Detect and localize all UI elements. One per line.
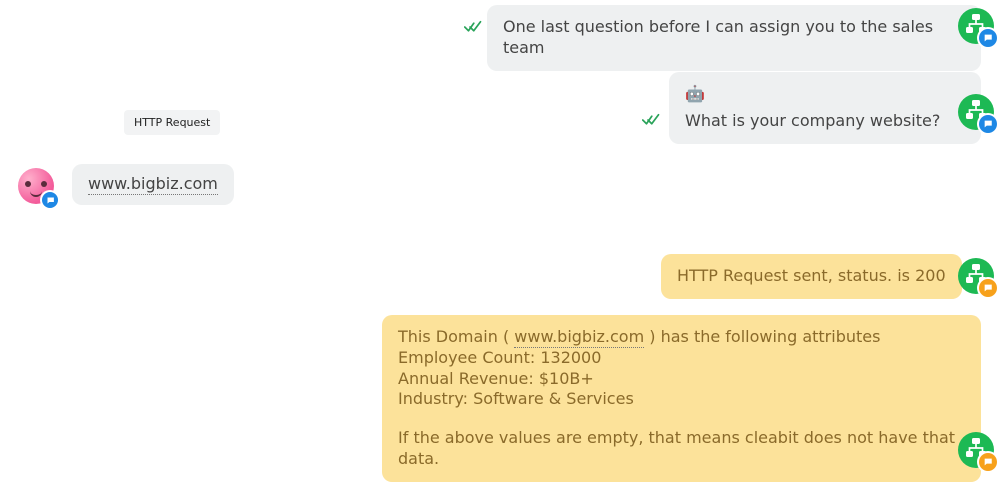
- detail-footer: If the above values are empty, that mean…: [398, 428, 965, 470]
- robot-icon: 🤖: [685, 84, 965, 105]
- user-avatar: [18, 168, 54, 204]
- detail-industry: Industry: Software & Services: [398, 389, 965, 410]
- bot-message-assign: One last question before I can assign yo…: [487, 5, 981, 71]
- http-request-chip: HTTP Request: [124, 110, 220, 135]
- message-text: One last question before I can assign yo…: [503, 17, 933, 57]
- bot-avatar: [958, 432, 994, 468]
- detail-revenue: Annual Revenue: $10B+: [398, 369, 965, 390]
- bot-avatar: [958, 8, 994, 44]
- avatar-status-icon: [979, 453, 997, 471]
- avatar-status-icon: [979, 279, 997, 297]
- avatar-status-icon: [42, 192, 58, 208]
- bot-avatar: [958, 258, 994, 294]
- user-message: www.bigbiz.com: [72, 164, 234, 205]
- user-message-text: www.bigbiz.com: [88, 174, 218, 195]
- detail-domain: www.bigbiz.com: [514, 327, 644, 348]
- detail-intro: This Domain ( www.bigbiz.com ) has the f…: [398, 327, 965, 348]
- detail-employee: Employee Count: 132000: [398, 348, 965, 369]
- message-text: HTTP Request sent, status. is 200: [677, 266, 946, 285]
- message-text: What is your company website?: [685, 111, 940, 130]
- avatar-status-icon: [979, 29, 997, 47]
- bot-message-status: HTTP Request sent, status. is 200: [661, 254, 962, 299]
- avatar-status-icon: [979, 115, 997, 133]
- delivered-check-icon: [642, 113, 660, 127]
- bot-message-question: 🤖 What is your company website?: [669, 72, 981, 144]
- bot-message-detail: This Domain ( www.bigbiz.com ) has the f…: [382, 315, 981, 482]
- chip-label: HTTP Request: [134, 116, 210, 129]
- bot-avatar: [958, 94, 994, 130]
- delivered-check-icon: [464, 20, 482, 34]
